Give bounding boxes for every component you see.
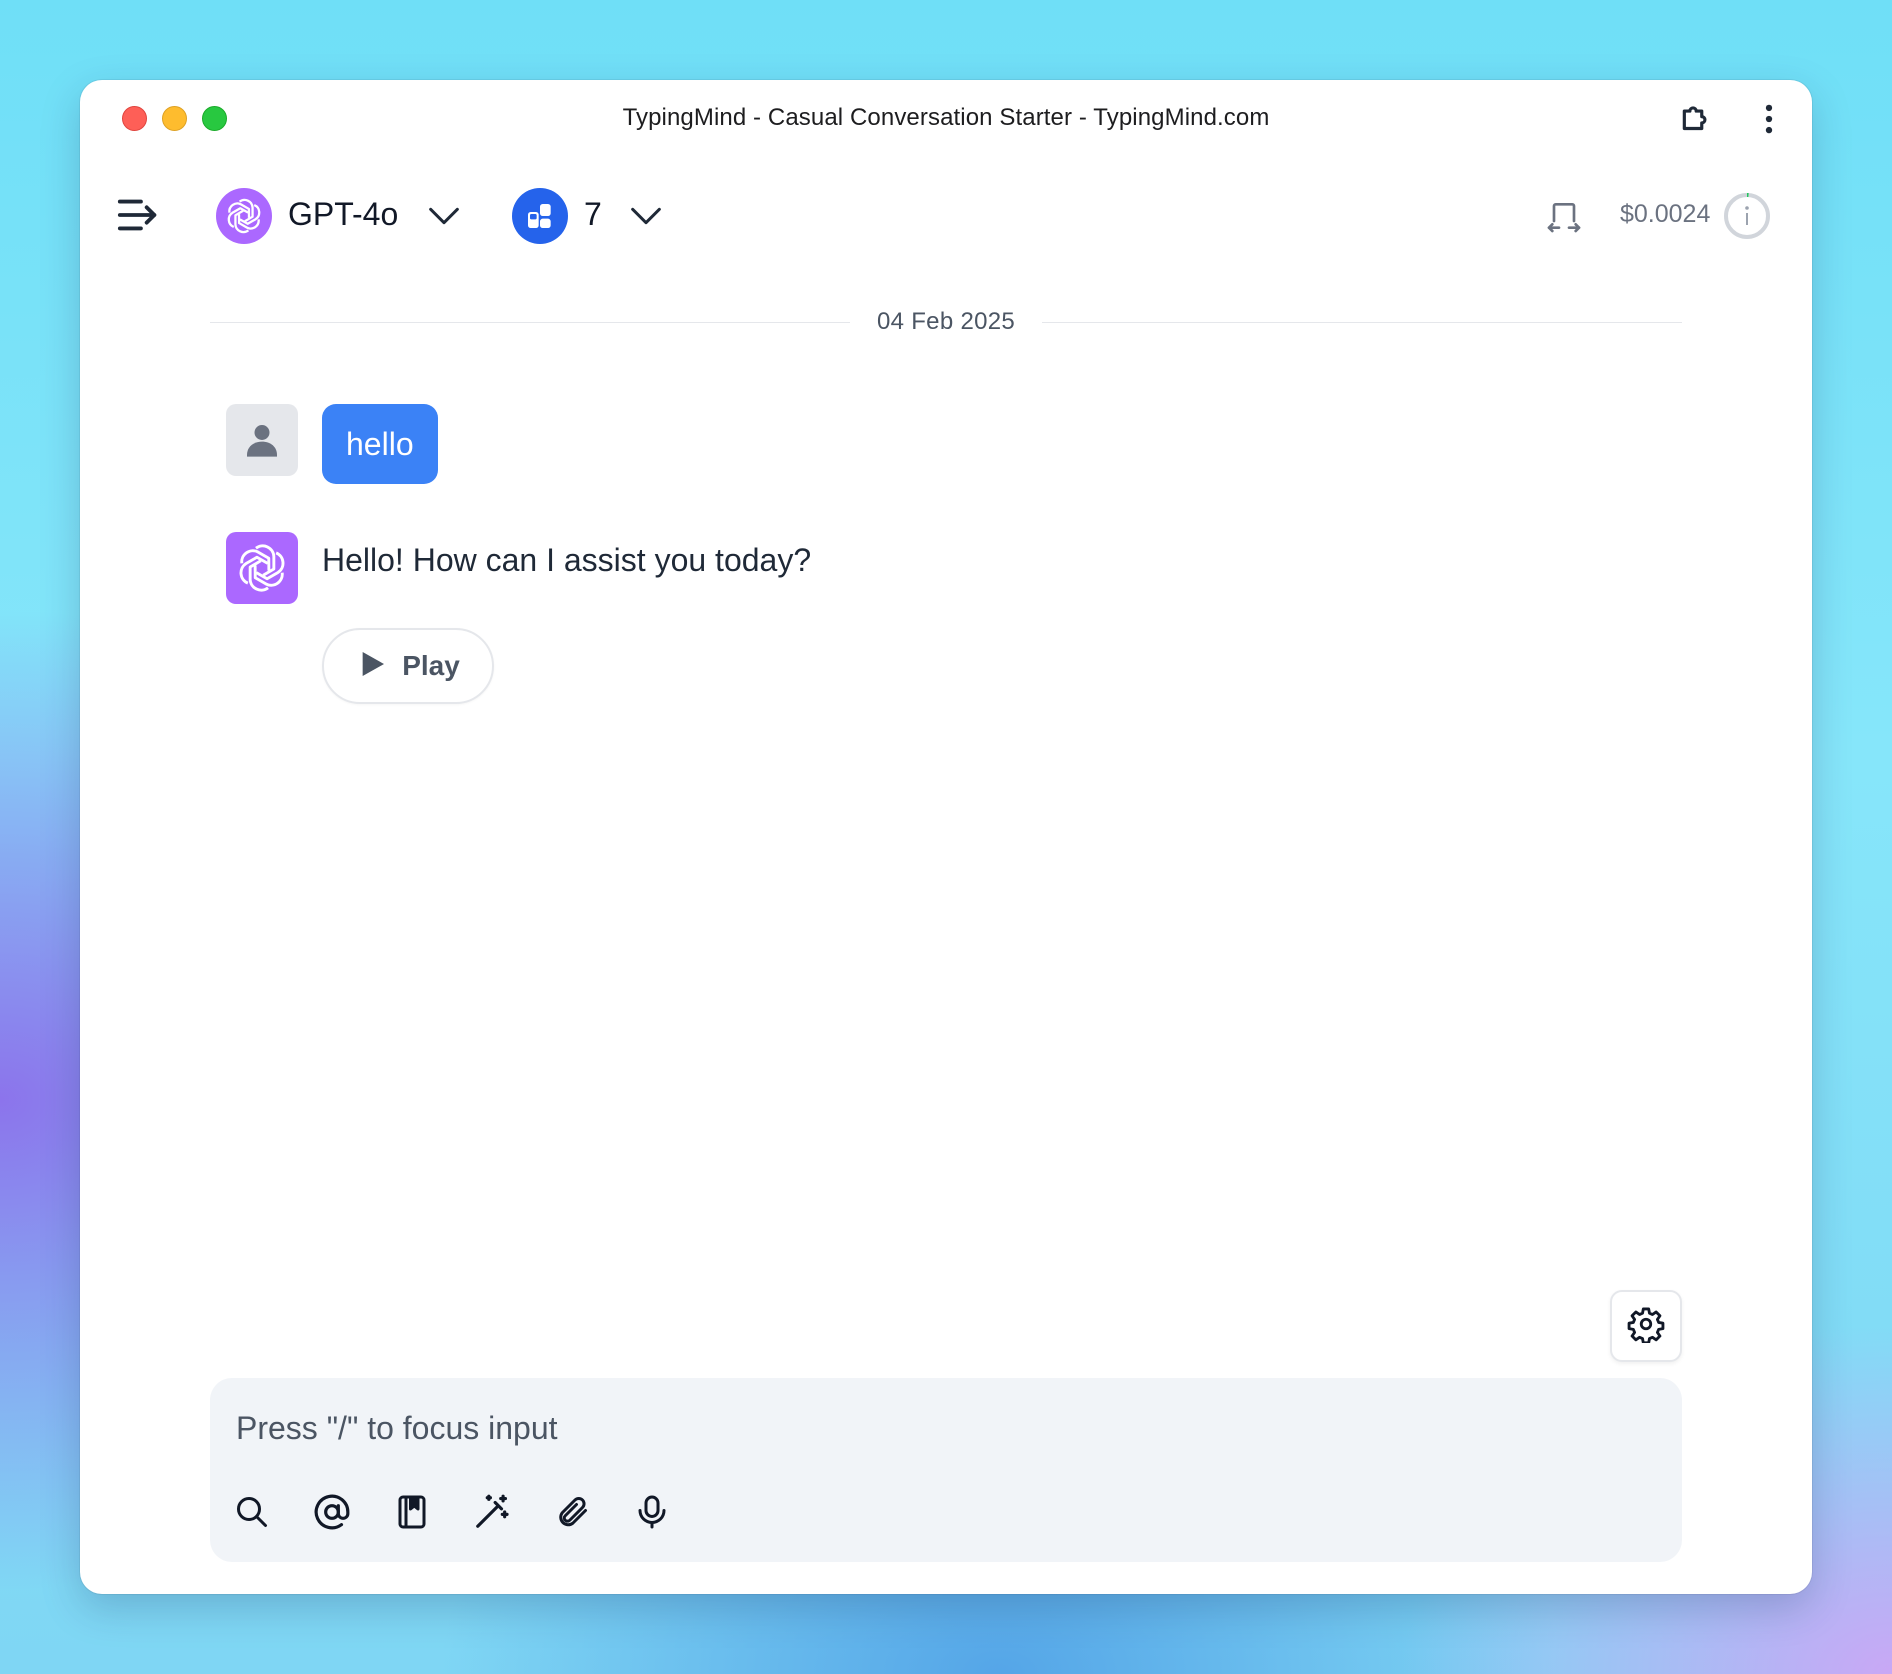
app-window: TypingMind - Casual Conversation Starter… [80,80,1812,1594]
prompt-library-icon[interactable] [390,1490,434,1534]
title-bar: TypingMind - Casual Conversation Starter… [80,80,1812,156]
magic-wand-icon[interactable] [470,1490,514,1534]
microphone-icon[interactable] [630,1490,674,1534]
gear-icon [1627,1305,1665,1348]
assistant-avatar-openai-icon [226,532,298,604]
play-label: Play [402,650,460,681]
sync-chat-icon[interactable] [1544,196,1584,236]
play-icon [356,648,388,685]
token-cost[interactable]: $0.0024 [1620,200,1710,229]
sidebar-toggle-icon[interactable] [116,192,162,238]
chat-settings-button[interactable] [1610,1290,1682,1362]
divider-line-right [1042,322,1682,323]
model-selector-label[interactable]: GPT-4o [288,196,398,233]
user-message[interactable]: hello [322,404,438,484]
date-divider: 04 Feb 2025 [210,308,1682,338]
play-audio-button[interactable]: Play [322,628,494,704]
window-title: TypingMind - Casual Conversation Starter… [622,104,1270,131]
plugin-count[interactable]: 7 [584,196,602,233]
assistant-message: Hello! How can I assist you today? [322,542,812,578]
message-composer [210,1378,1682,1562]
message-input[interactable] [234,1404,1658,1452]
plugins-chevron-down-icon[interactable] [626,196,666,236]
user-avatar-icon [226,404,298,476]
attachment-icon[interactable] [550,1490,594,1534]
mention-icon[interactable] [310,1490,354,1534]
search-icon[interactable] [230,1490,274,1534]
plugins-icon[interactable] [512,188,568,244]
model-chevron-down-icon[interactable] [424,196,464,236]
more-options-icon[interactable] [1750,100,1788,138]
model-avatar-openai-icon[interactable] [216,188,272,244]
extension-puzzle-icon[interactable] [1678,100,1716,138]
info-icon[interactable] [1723,192,1771,240]
